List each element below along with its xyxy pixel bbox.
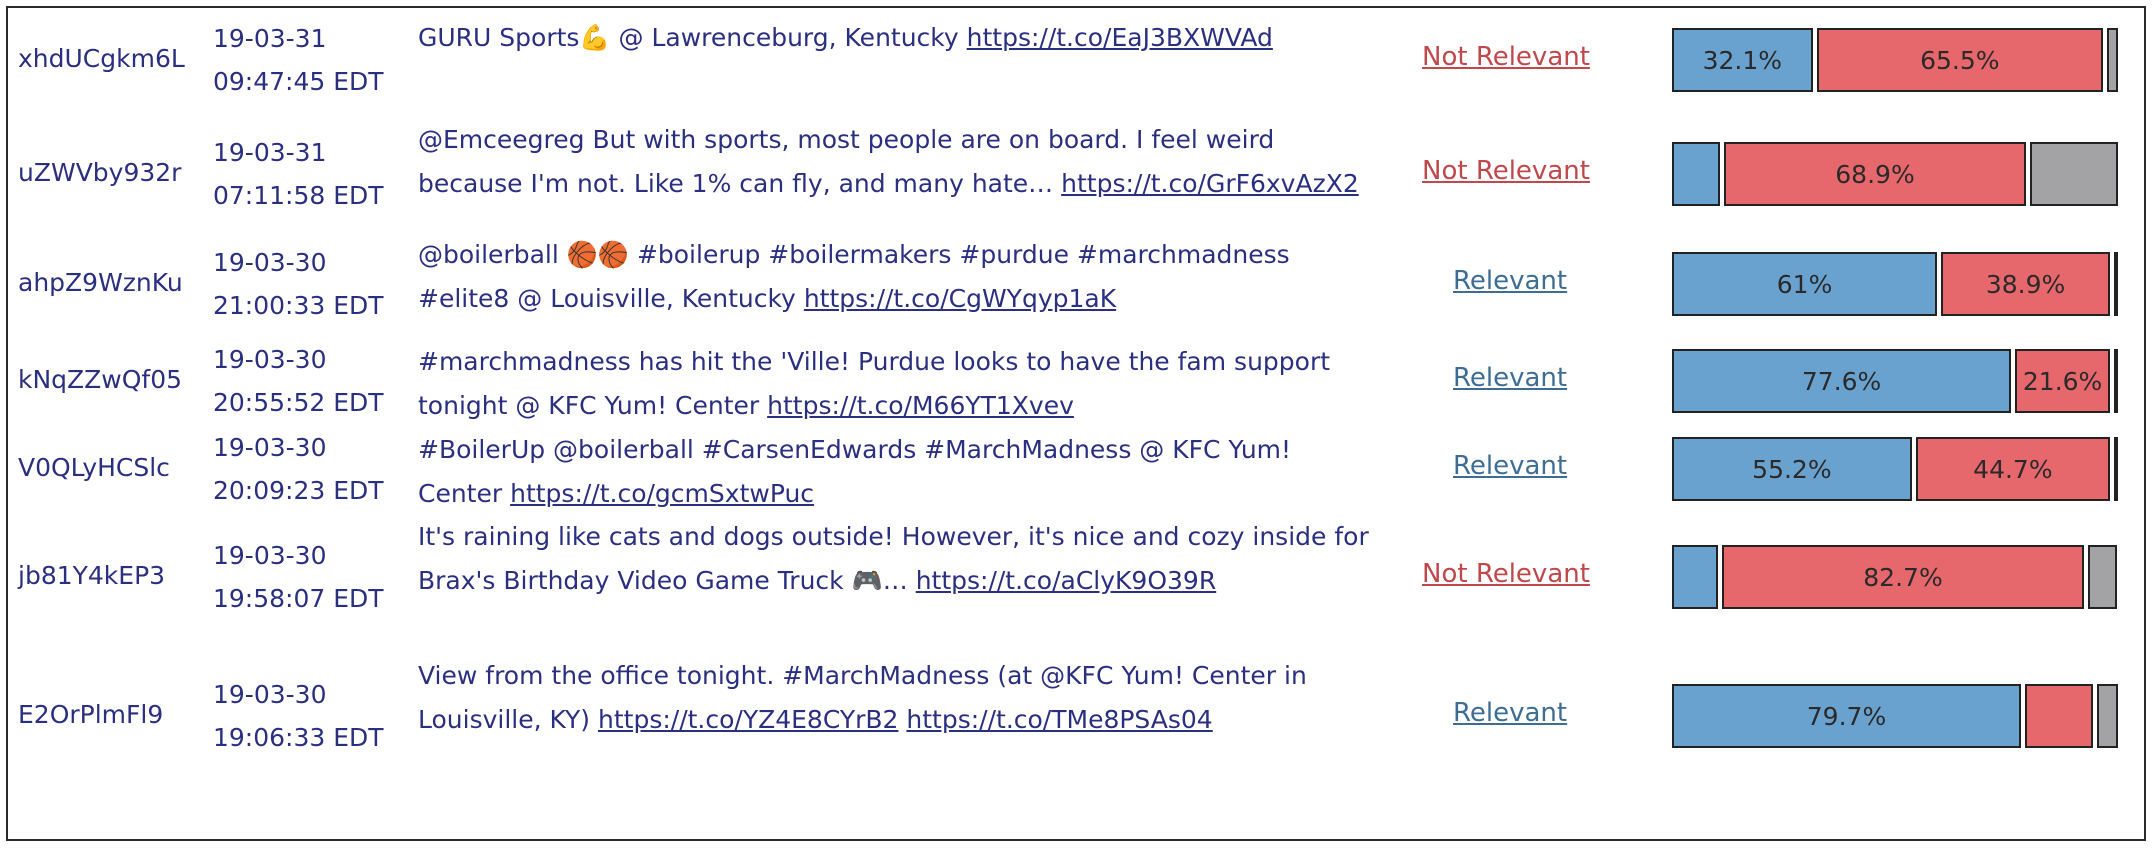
- timestamp: 19-03-31 07:11:58 EDT: [213, 131, 384, 217]
- tweet-text: View from the office tonight. #MarchMadn…: [418, 654, 1378, 742]
- tweet-text: It's raining like cats and dogs outside!…: [418, 515, 1378, 603]
- time-text: 20:09:23 EDT: [213, 476, 384, 505]
- time-text: 21:00:33 EDT: [213, 291, 384, 320]
- relevant-segment: 55.2%: [1672, 437, 1912, 501]
- other-segment: [2114, 252, 2118, 316]
- not-relevant-segment: 65.5%: [1816, 28, 2104, 92]
- date-text: 19-03-30: [213, 433, 327, 462]
- probability-bar: 79.7%: [1672, 684, 2118, 748]
- probability-bar: 55.2% 44.7%: [1672, 437, 2118, 501]
- table-row: E2OrPlmFl9 19-03-30 19:06:33 EDT View from …: [8, 652, 2144, 780]
- tweet-link[interactable]: https://t.co/aClyK9O39R: [916, 566, 1217, 595]
- table-row: uZWVby932r 19-03-31 07:11:58 EDT @Emceegreg…: [8, 116, 2144, 232]
- not-relevant-segment: 38.9%: [1941, 252, 2110, 316]
- probability-bar: 61% 38.9%: [1672, 252, 2118, 316]
- username: uZWVby932r: [18, 158, 182, 187]
- not-relevant-segment: 21.6%: [2015, 349, 2110, 413]
- tweet-link[interactable]: https://t.co/YZ4E8CYrB2: [598, 705, 898, 734]
- tweet-body: GURU Sports💪 @ Lawrenceburg, Kentucky: [418, 23, 959, 52]
- relevance-label[interactable]: Not Relevant: [1422, 156, 1590, 186]
- tweet-link[interactable]: https://t.co/M66YT1Xvev: [767, 391, 1074, 420]
- not-relevant-segment: 82.7%: [1722, 545, 2084, 609]
- date-text: 19-03-30: [213, 345, 327, 374]
- username: E2OrPlmFl9: [18, 700, 164, 729]
- relevance-label[interactable]: Not Relevant: [1422, 559, 1590, 589]
- probability-bar: 77.6% 21.6%: [1672, 349, 2118, 413]
- relevance-label[interactable]: Not Relevant: [1422, 42, 1590, 72]
- timestamp: 19-03-30 21:00:33 EDT: [213, 241, 384, 327]
- date-text: 19-03-30: [213, 680, 327, 709]
- tweet-link[interactable]: https://t.co/TMe8PSAs04: [906, 705, 1212, 734]
- probability-bar: 32.1% 65.5%: [1672, 28, 2118, 92]
- timestamp: 19-03-30 20:55:52 EDT: [213, 338, 384, 424]
- tweet-text: #marchmadness has hit the 'Ville! Purdue…: [418, 340, 1378, 428]
- relevance-label[interactable]: Relevant: [1453, 266, 1567, 296]
- not-relevant-segment: 68.9%: [1724, 142, 2026, 206]
- probability-bar: 68.9%: [1672, 142, 2118, 206]
- tweet-text: GURU Sports💪 @ Lawrenceburg, Kentucky ht…: [418, 16, 1378, 60]
- date-text: 19-03-31: [213, 24, 327, 53]
- timestamp: 19-03-30 19:58:07 EDT: [213, 534, 384, 620]
- username: ahpZ9WznKu: [18, 268, 183, 297]
- timestamp: 19-03-30 19:06:33 EDT: [213, 673, 384, 759]
- date-text: 19-03-31: [213, 138, 327, 167]
- relevant-segment: 32.1%: [1672, 28, 1813, 92]
- other-segment: [2030, 142, 2118, 206]
- relevant-segment: 77.6%: [1672, 349, 2012, 413]
- not-relevant-segment: 44.7%: [1915, 437, 2110, 501]
- table-row: jb81Y4kEP3 19-03-30 19:58:07 EDT It's raini…: [8, 513, 2144, 641]
- other-segment: [2107, 28, 2118, 92]
- tweet-text: #BoilerUp @boilerball #CarsenEdwards #Ma…: [418, 428, 1378, 516]
- not-relevant-segment: [2025, 684, 2093, 748]
- other-segment: [2088, 545, 2117, 609]
- tweet-link[interactable]: https://t.co/gcmSxtwPuc: [510, 479, 814, 508]
- relevance-label[interactable]: Relevant: [1453, 698, 1567, 728]
- tweet-link[interactable]: https://t.co/CgWYqyp1aK: [804, 284, 1116, 313]
- tweet-text: @Emceegreg But with sports, most people …: [418, 118, 1378, 206]
- time-text: 19:06:33 EDT: [213, 723, 384, 752]
- tweet-body: It's raining like cats and dogs outside!…: [418, 522, 1369, 595]
- time-text: 09:47:45 EDT: [213, 67, 384, 96]
- date-text: 19-03-30: [213, 248, 327, 277]
- relevant-segment: 79.7%: [1672, 684, 2021, 748]
- username: jb81Y4kEP3: [18, 561, 166, 590]
- time-text: 20:55:52 EDT: [213, 388, 384, 417]
- date-text: 19-03-30: [213, 541, 327, 570]
- time-text: 19:58:07 EDT: [213, 584, 384, 613]
- tweet-table: xhdUCgkm6L 19-03-31 09:47:45 EDT GURU Sport…: [6, 6, 2146, 841]
- probability-bar: 82.7%: [1672, 545, 2118, 609]
- username: V0QLyHCSlc: [18, 453, 170, 482]
- other-segment: [2097, 684, 2118, 748]
- other-segment: [2114, 437, 2118, 501]
- timestamp: 19-03-30 20:09:23 EDT: [213, 426, 384, 512]
- tweet-link[interactable]: https://t.co/EaJ3BXWVAd: [967, 23, 1273, 52]
- relevant-segment: [1672, 142, 1720, 206]
- other-segment: [2114, 349, 2118, 413]
- table-row: V0QLyHCSlc 19-03-30 20:09:23 EDT #BoilerUp …: [8, 426, 2144, 512]
- relevant-segment: 61%: [1672, 252, 1938, 316]
- username: kNqZZwQf05: [18, 365, 183, 394]
- time-text: 07:11:58 EDT: [213, 181, 384, 210]
- table-row: ahpZ9WznKu 19-03-30 21:00:33 EDT @boilerbal…: [8, 231, 2144, 337]
- tweet-link[interactable]: https://t.co/GrF6xvAzX2: [1061, 169, 1359, 198]
- tweet-text: @boilerball 🏀🏀 #boilerup #boilermakers #…: [418, 233, 1378, 321]
- relevant-segment: [1672, 545, 1718, 609]
- timestamp: 19-03-31 09:47:45 EDT: [213, 17, 384, 103]
- table-row: kNqZZwQf05 19-03-30 20:55:52 EDT #marchmadn…: [8, 338, 2144, 424]
- relevance-label[interactable]: Relevant: [1453, 363, 1567, 393]
- table-row: xhdUCgkm6L 19-03-31 09:47:45 EDT GURU Sport…: [8, 14, 2144, 106]
- username: xhdUCgkm6L: [18, 44, 185, 73]
- relevance-label[interactable]: Relevant: [1453, 451, 1567, 481]
